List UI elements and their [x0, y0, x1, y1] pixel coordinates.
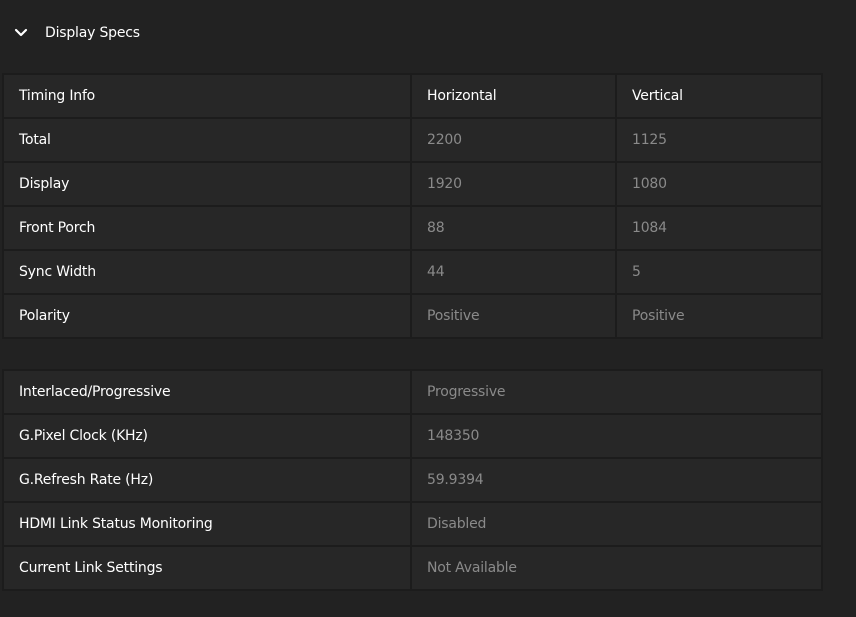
row-value: Disabled	[410, 501, 823, 547]
row-value: Not Available	[410, 545, 823, 591]
row-label: Polarity	[2, 293, 412, 339]
row-value: 148350	[410, 413, 823, 459]
table-row: Front Porch 88 1084	[2, 205, 823, 251]
display-specs-toggle[interactable]: Display Specs	[0, 14, 140, 52]
row-label: Total	[2, 117, 412, 163]
header-horizontal: Horizontal	[410, 73, 617, 119]
table-row: Interlaced/Progressive Progressive	[2, 369, 823, 415]
row-label: G.Pixel Clock (KHz)	[2, 413, 412, 459]
row-label: HDMI Link Status Monitoring	[2, 501, 412, 547]
display-specs-panel: Display Specs Timing Info Horizontal Ver…	[0, 0, 856, 617]
horizontal-value: 1920	[410, 161, 617, 207]
row-label: Front Porch	[2, 205, 412, 251]
section-title: Display Specs	[45, 25, 140, 41]
horizontal-value: 44	[410, 249, 617, 295]
table-row: HDMI Link Status Monitoring Disabled	[2, 501, 823, 547]
header-vertical: Vertical	[615, 73, 823, 119]
table-row: Total 2200 1125	[2, 117, 823, 163]
header-timing-info: Timing Info	[2, 73, 412, 119]
timing-info-table: Timing Info Horizontal Vertical Total 22…	[2, 73, 823, 339]
link-info-table: Interlaced/Progressive Progressive G.Pix…	[2, 369, 823, 591]
table-header-row: Timing Info Horizontal Vertical	[2, 73, 823, 119]
table-row: Sync Width 44 5	[2, 249, 823, 295]
table-row: Current Link Settings Not Available	[2, 545, 823, 591]
table-row: Polarity Positive Positive	[2, 293, 823, 339]
vertical-value: 1080	[615, 161, 823, 207]
horizontal-value: 2200	[410, 117, 617, 163]
vertical-value: 5	[615, 249, 823, 295]
chevron-down-icon	[13, 25, 29, 41]
row-label: Display	[2, 161, 412, 207]
horizontal-value: Positive	[410, 293, 617, 339]
table-row: Display 1920 1080	[2, 161, 823, 207]
row-label: Interlaced/Progressive	[2, 369, 412, 415]
table-row: G.Pixel Clock (KHz) 148350	[2, 413, 823, 459]
row-value: Progressive	[410, 369, 823, 415]
row-label: G.Refresh Rate (Hz)	[2, 457, 412, 503]
row-value: 59.9394	[410, 457, 823, 503]
table-row: G.Refresh Rate (Hz) 59.9394	[2, 457, 823, 503]
vertical-value: Positive	[615, 293, 823, 339]
row-label: Sync Width	[2, 249, 412, 295]
row-label: Current Link Settings	[2, 545, 412, 591]
horizontal-value: 88	[410, 205, 617, 251]
vertical-value: 1084	[615, 205, 823, 251]
vertical-value: 1125	[615, 117, 823, 163]
